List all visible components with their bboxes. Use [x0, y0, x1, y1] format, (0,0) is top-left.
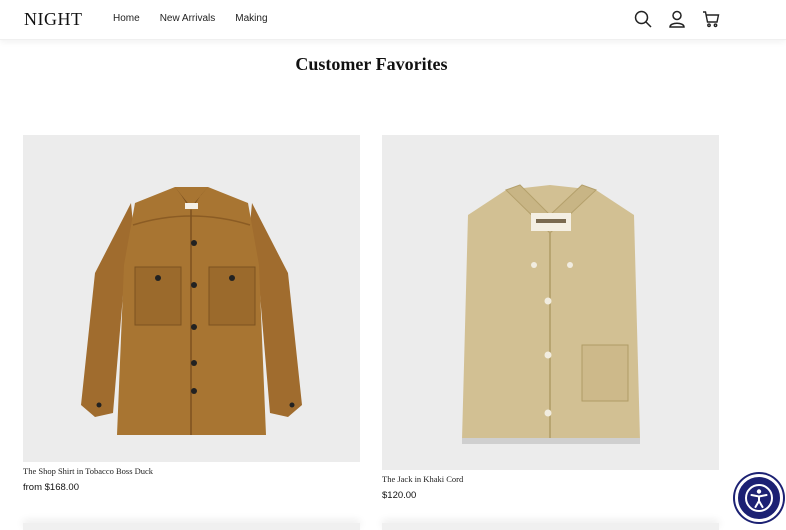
- product-price: $120.00: [382, 490, 417, 501]
- accessibility-button[interactable]: [735, 474, 783, 522]
- product-price: from $168.00: [23, 482, 79, 493]
- nav-item-home[interactable]: Home: [113, 13, 140, 24]
- product-name[interactable]: The Shop Shirt in Tobacco Boss Duck: [23, 466, 360, 476]
- search-icon[interactable]: [634, 10, 652, 28]
- tobacco-shop-shirt-image[interactable]: [23, 135, 360, 462]
- accessibility-icon: [745, 484, 773, 512]
- site-header: NIGHT Home New Arrivals Making: [0, 0, 786, 40]
- main-nav: Home New Arrivals Making: [113, 13, 288, 24]
- cart-icon[interactable]: [702, 10, 720, 28]
- khaki-cord-shirt-image[interactable]: [382, 135, 719, 470]
- product-card-partial: [382, 523, 719, 530]
- header-icons: [634, 10, 720, 28]
- product-card-partial: [23, 523, 360, 530]
- nav-item-making[interactable]: Making: [235, 13, 267, 24]
- section-title: Customer Favorites: [295, 54, 448, 74]
- product-card[interactable]: The Jack in Khaki Cord $120.00: [382, 135, 719, 501]
- account-icon[interactable]: [668, 10, 686, 28]
- product-card[interactable]: The Shop Shirt in Tobacco Boss Duck from…: [23, 135, 360, 493]
- nav-item-new-arrivals[interactable]: New Arrivals: [160, 13, 216, 24]
- product-name[interactable]: The Jack in Khaki Cord: [382, 474, 719, 484]
- site-logo[interactable]: NIGHT: [24, 9, 83, 30]
